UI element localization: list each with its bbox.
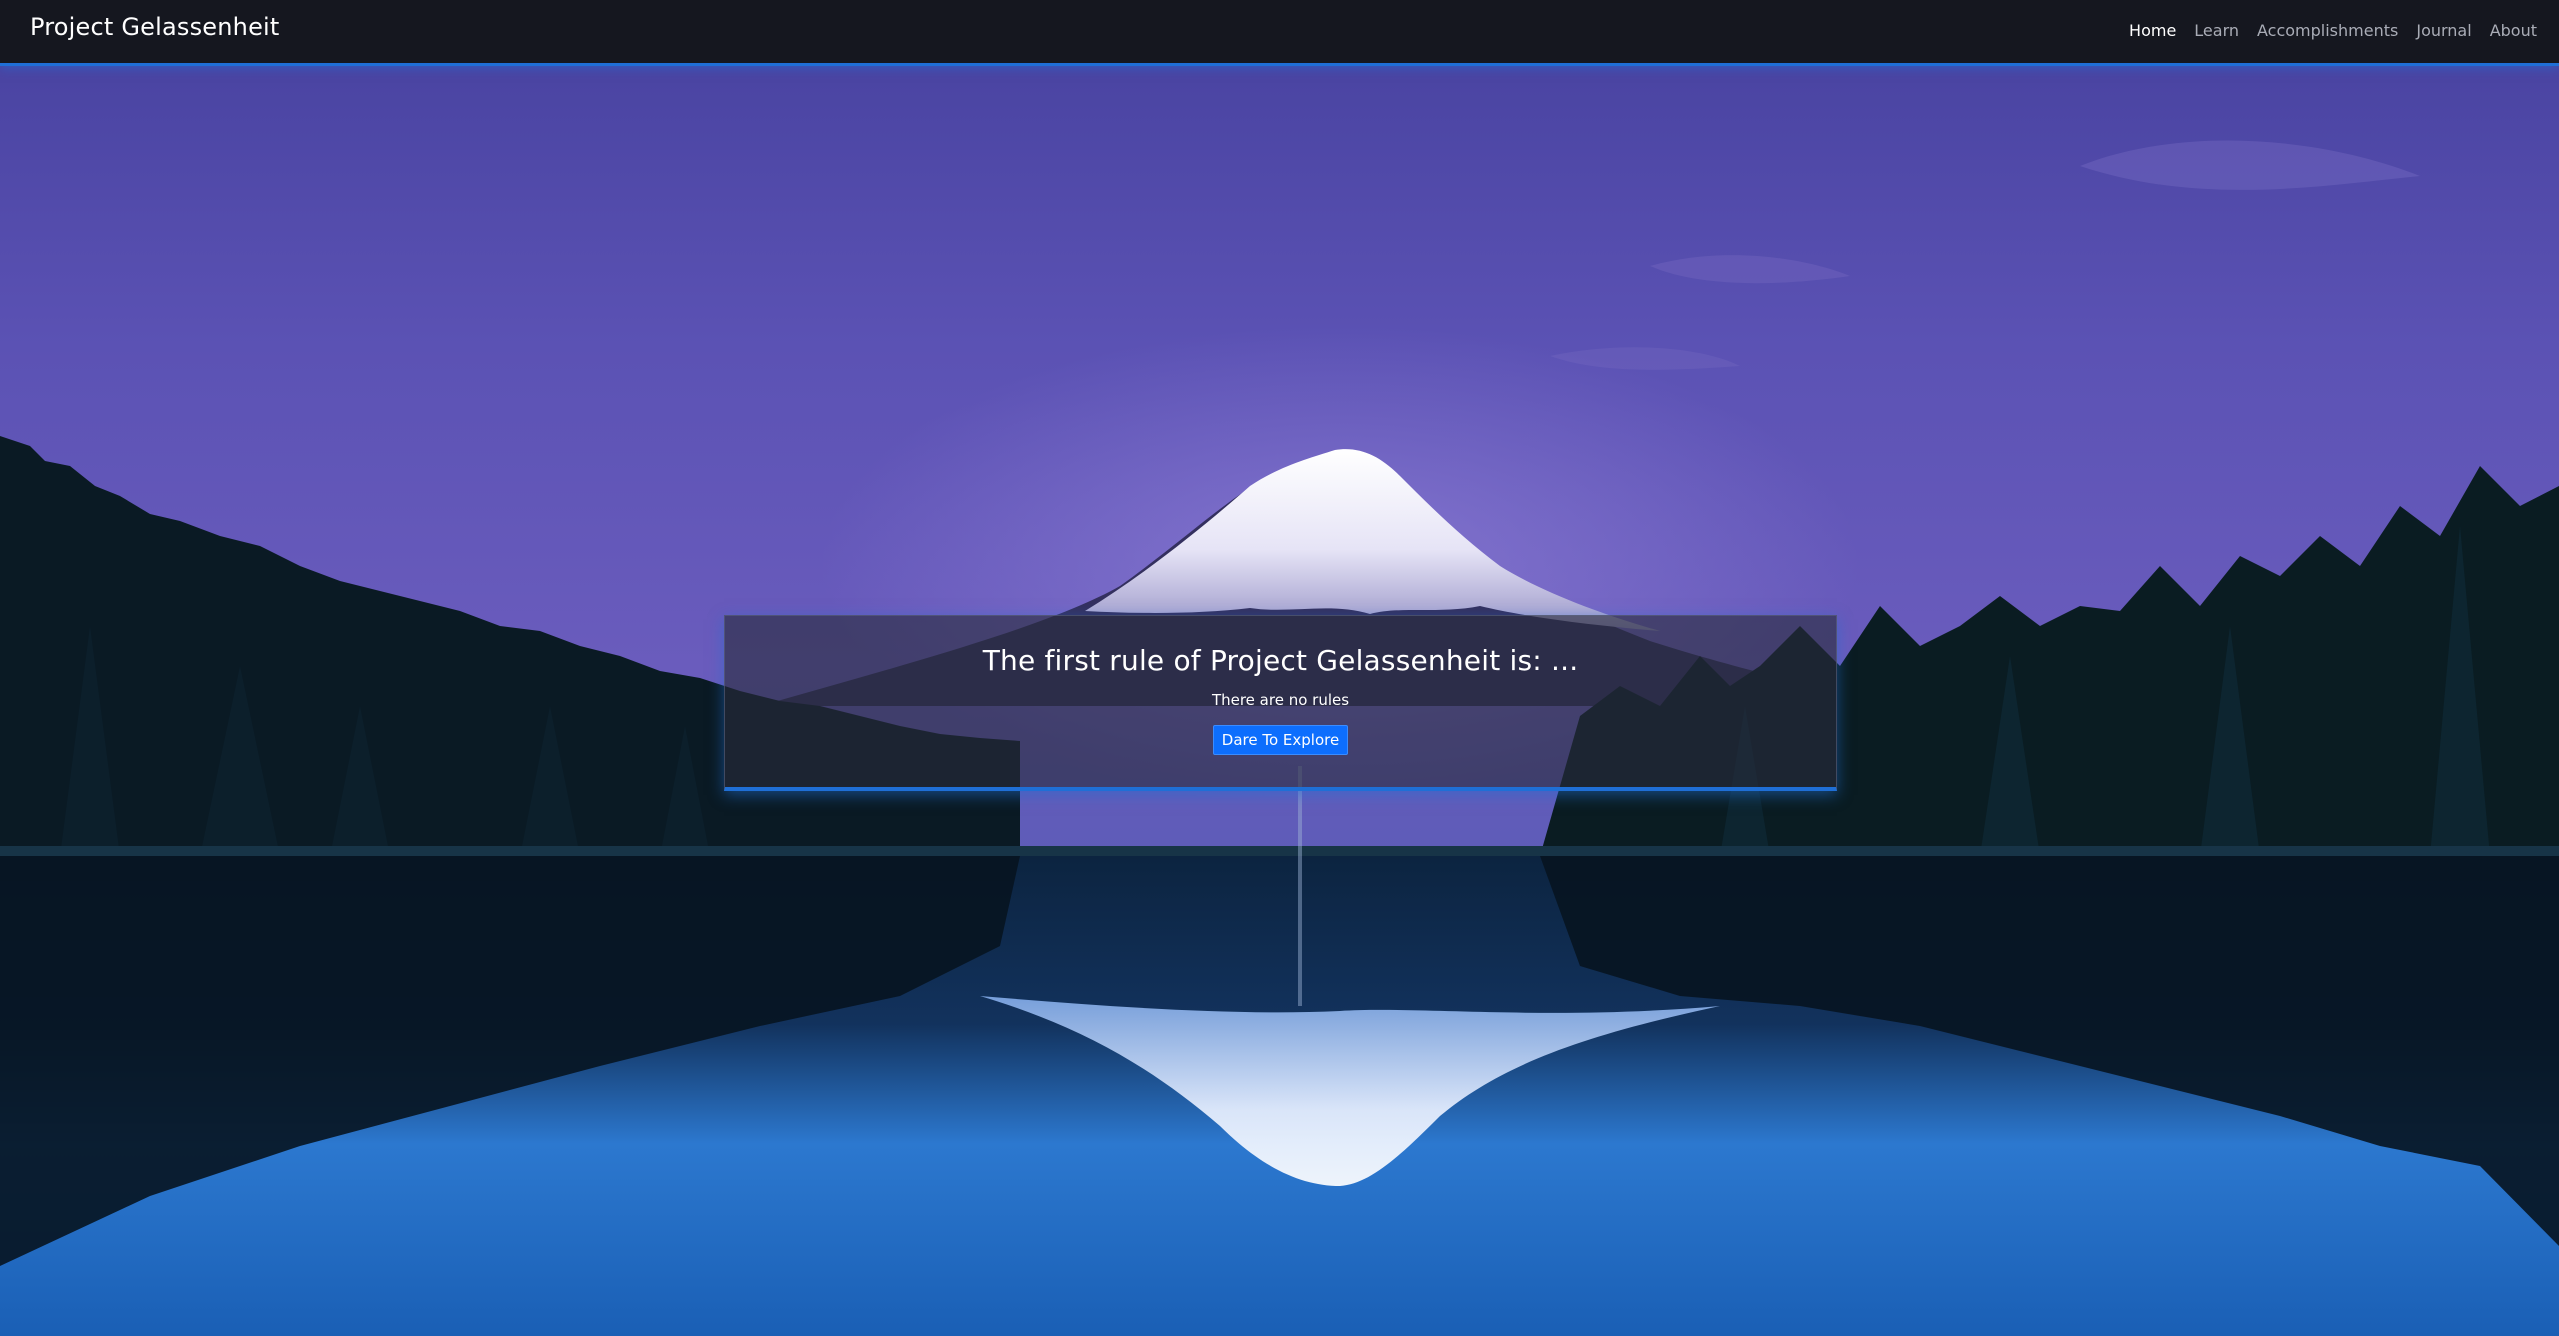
hero-title: The first rule of Project Gelassenheit i… — [982, 644, 1579, 677]
brand-logo[interactable]: Project Gelassenheit — [30, 13, 280, 41]
nav-link-about[interactable]: About — [2490, 21, 2537, 40]
hero-card: The first rule of Project Gelassenheit i… — [724, 615, 1837, 791]
nav-link-journal[interactable]: Journal — [2416, 21, 2471, 40]
dare-to-explore-button[interactable]: Dare To Explore — [1212, 725, 1349, 755]
nav-links: Home Learn Accomplishments Journal About — [2129, 21, 2537, 40]
nav-link-accomplishments[interactable]: Accomplishments — [2257, 21, 2398, 40]
page: Project Gelassenheit Home Learn Accompli… — [0, 0, 2559, 1336]
nav-link-learn[interactable]: Learn — [2194, 21, 2239, 40]
nav-link-home[interactable]: Home — [2129, 21, 2176, 40]
hero-subtitle: There are no rules — [1211, 691, 1350, 709]
navbar: Project Gelassenheit Home Learn Accompli… — [0, 0, 2559, 66]
